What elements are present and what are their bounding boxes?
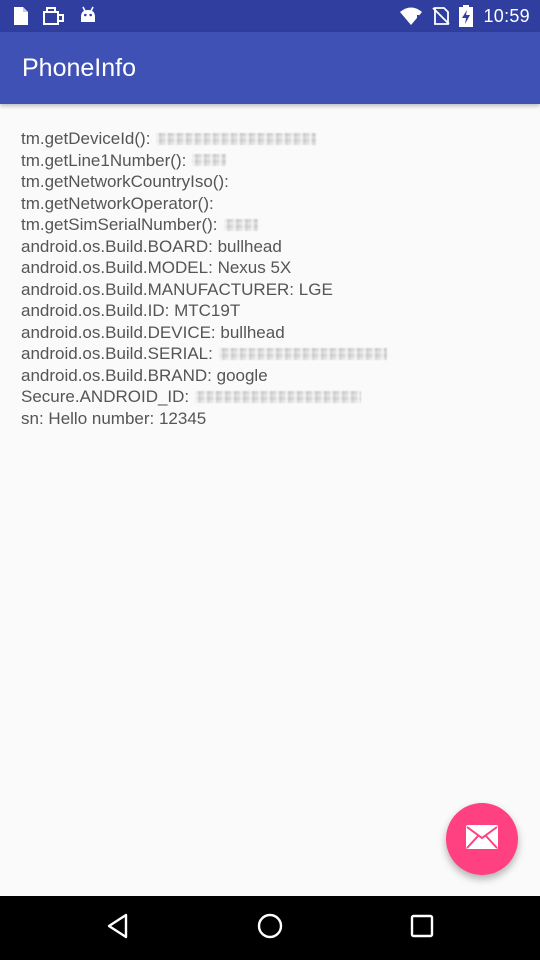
- no-sim-icon: [431, 6, 451, 26]
- info-line-network-country-iso: tm.getNetworkCountryIso():: [21, 171, 521, 193]
- info-label: sn:: [21, 408, 44, 428]
- recents-button[interactable]: [382, 896, 462, 960]
- info-line-line1-number: tm.getLine1Number():: [21, 150, 521, 172]
- system-icons: 10:59: [399, 0, 530, 32]
- info-value: Nexus 5X: [217, 258, 292, 277]
- info-label: Secure.ANDROID_ID:: [21, 387, 190, 406]
- app-bar: PhoneInfo: [0, 32, 540, 104]
- notification-icons: [12, 0, 98, 32]
- info-line-build-board: android.os.Build.BOARD: bullhead: [21, 236, 521, 258]
- info-line-build-device: android.os.Build.DEVICE: bullhead: [21, 322, 521, 344]
- status-bar: 10:59: [0, 0, 540, 32]
- info-label: tm.getNetworkCountryIso():: [21, 172, 229, 191]
- wifi-icon: [399, 6, 423, 26]
- info-label: tm.getDeviceId():: [21, 129, 151, 148]
- document-icon: [12, 6, 30, 26]
- info-value: bullhead: [217, 236, 282, 256]
- info-value: LGE: [298, 279, 333, 299]
- send-mail-fab[interactable]: [446, 803, 518, 875]
- back-button[interactable]: [78, 896, 158, 960]
- info-label: android.os.Build.DEVICE:: [21, 322, 216, 342]
- mail-icon: [466, 824, 498, 854]
- info-label: android.os.Build.BRAND:: [21, 365, 212, 385]
- info-label: android.os.Build.BOARD:: [21, 236, 213, 256]
- app-title: PhoneInfo: [22, 54, 136, 82]
- info-value: MTC19T: [174, 301, 241, 320]
- home-icon: [256, 912, 284, 945]
- recents-icon: [410, 914, 434, 943]
- info-line-build-model: android.os.Build.MODEL: Nexus 5X: [21, 257, 521, 279]
- info-label: android.os.Build.SERIAL:: [21, 344, 213, 363]
- info-line-android-id: Secure.ANDROID_ID:: [21, 386, 521, 408]
- info-line-sim-serial-number: tm.getSimSerialNumber():: [21, 214, 521, 236]
- android-icon: [78, 6, 98, 26]
- battery-charging-icon: [459, 5, 474, 27]
- phone-info-list: tm.getDeviceId(): tm.getLine1Number(): t…: [21, 128, 521, 429]
- info-value: google: [216, 365, 268, 385]
- redacted-value: [156, 132, 317, 145]
- info-line-build-brand: android.os.Build.BRAND: google: [21, 365, 521, 387]
- info-label: android.os.Build.ID:: [21, 301, 170, 320]
- navigation-bar: [0, 896, 540, 960]
- info-label: tm.getSimSerialNumber():: [21, 215, 218, 234]
- info-line-network-operator: tm.getNetworkOperator():: [21, 193, 521, 215]
- info-label: android.os.Build.MANUFACTURER:: [21, 279, 295, 299]
- info-value: Hello number: 12345: [48, 408, 207, 428]
- info-line-build-serial: android.os.Build.SERIAL:: [21, 343, 521, 365]
- clock-time: 10:59: [483, 5, 530, 26]
- back-icon: [106, 913, 130, 944]
- info-line-device-id: tm.getDeviceId():: [21, 128, 521, 150]
- mail-bag-icon: [42, 6, 66, 26]
- info-label: tm.getNetworkOperator():: [21, 193, 214, 213]
- redacted-value: [223, 218, 258, 231]
- info-value: bullhead: [220, 322, 285, 342]
- info-line-sn: sn: Hello number: 12345: [21, 408, 521, 430]
- info-label: android.os.Build.MODEL:: [21, 258, 213, 277]
- redacted-value: [218, 347, 387, 360]
- info-label: tm.getLine1Number():: [21, 150, 187, 170]
- info-line-build-id: android.os.Build.ID: MTC19T: [21, 300, 521, 322]
- redacted-value: [195, 390, 362, 403]
- info-line-build-manufacturer: android.os.Build.MANUFACTURER: LGE: [21, 279, 521, 301]
- redacted-value: [192, 154, 227, 167]
- home-button[interactable]: [230, 896, 310, 960]
